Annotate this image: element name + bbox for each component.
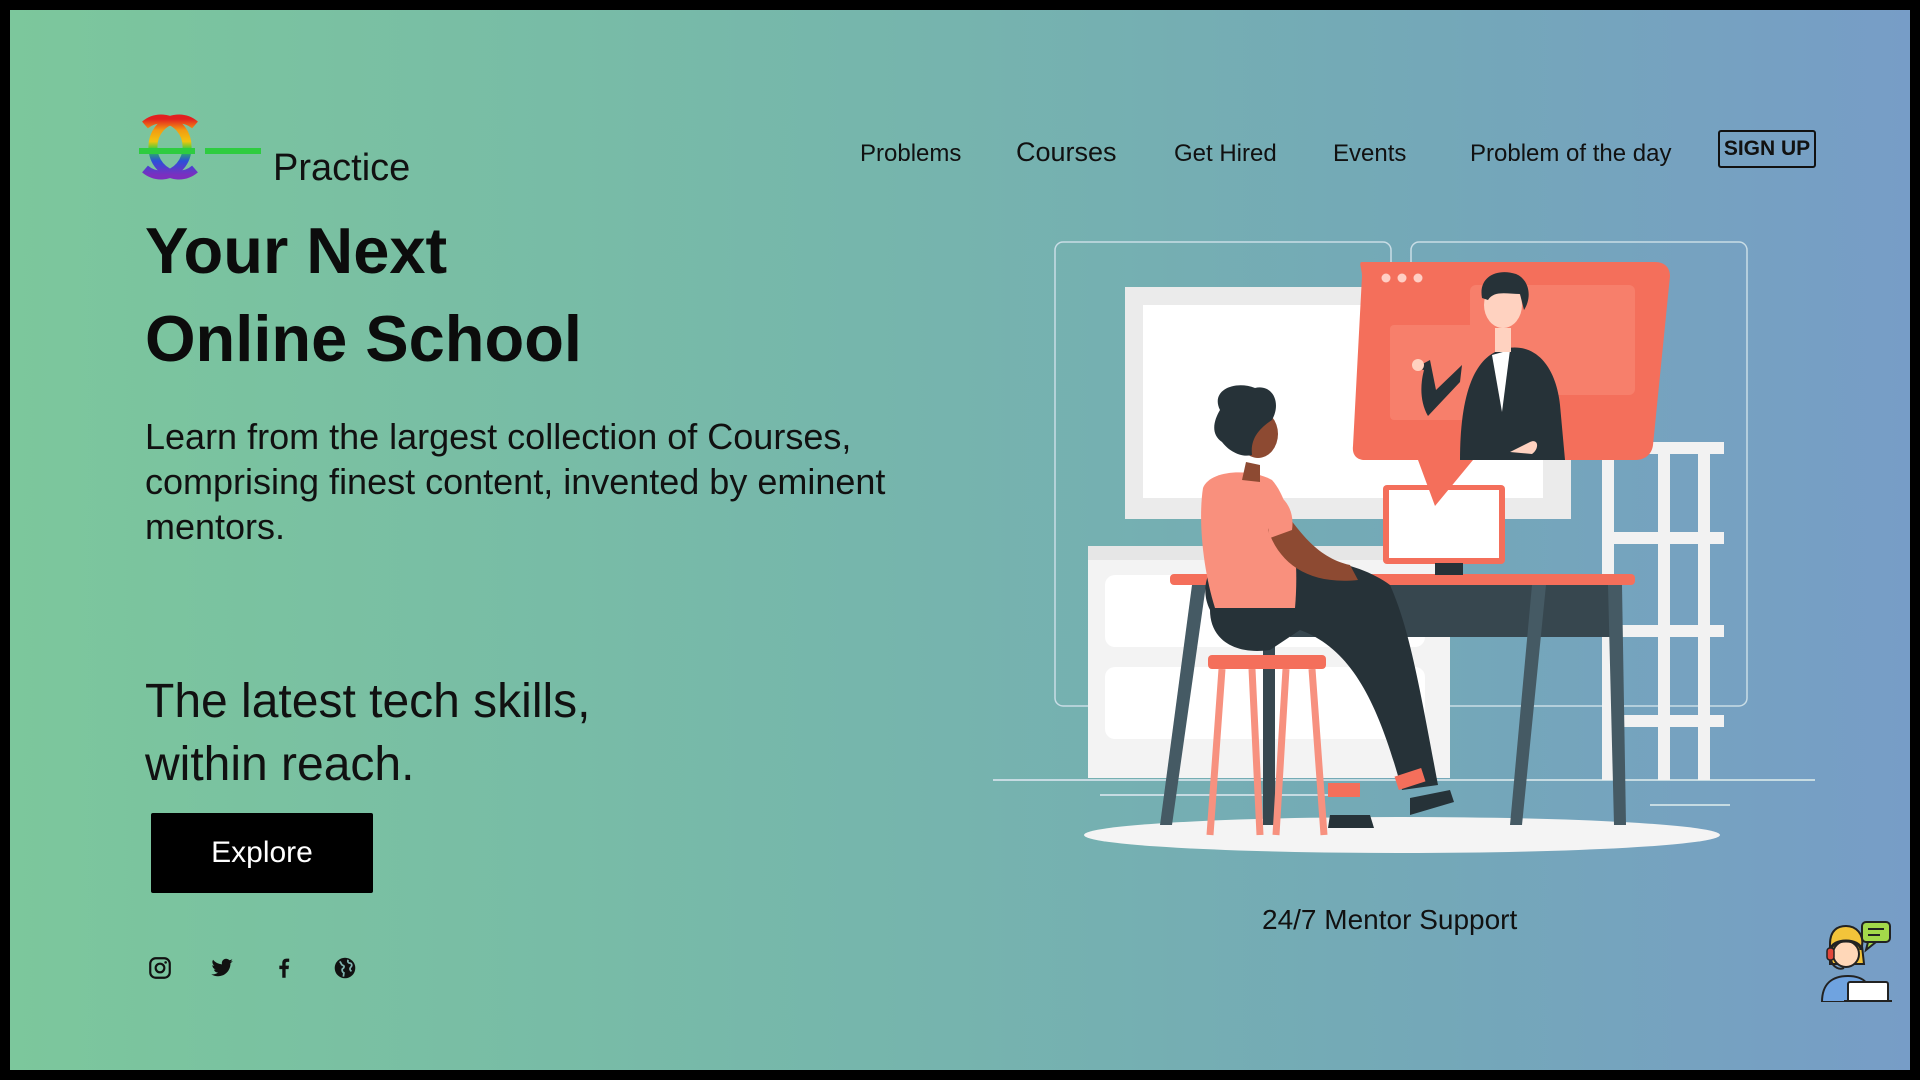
hero-subtitle-line3: mentors. (145, 506, 286, 547)
twitter-icon[interactable] (209, 955, 235, 981)
gfg-logo-icon[interactable] (135, 113, 265, 193)
explore-button[interactable]: Explore (151, 813, 373, 893)
nav-events[interactable]: Events (1333, 140, 1406, 168)
hero-tagline: The latest tech skills, within reach. (145, 670, 591, 796)
hero-title: Your Next Online School (145, 207, 582, 383)
signup-button[interactable]: SIGN UP (1718, 130, 1816, 168)
hero-subtitle-line2: comprising finest content, invented by e… (145, 461, 886, 502)
hero-subtitle-line1: Learn from the largest collection of Cou… (145, 416, 852, 457)
hero-title-line1: Your Next (145, 214, 448, 287)
nav-problem-of-the-day[interactable]: Problem of the day (1470, 140, 1671, 168)
hero-tagline-line2: within reach. (145, 738, 415, 791)
instagram-icon[interactable] (147, 955, 173, 981)
globe-icon[interactable] (332, 955, 358, 981)
mentor-support-label: 24/7 Mentor Support (1262, 904, 1518, 935)
nav-courses[interactable]: Courses (1016, 137, 1117, 168)
hero-tagline-line1: The latest tech skills, (145, 675, 591, 728)
hero-subtitle: Learn from the largest collection of Cou… (145, 414, 965, 549)
nav-get-hired[interactable]: Get Hired (1174, 140, 1277, 168)
support-agent-icon[interactable] (1818, 920, 1894, 1002)
facebook-icon[interactable] (271, 955, 297, 981)
online-class-illustration (993, 241, 1815, 853)
nav-problems[interactable]: Problems (860, 140, 961, 168)
page-canvas: Practice Problems Courses Get Hired Even… (10, 10, 1910, 1070)
brand-name[interactable]: Practice (273, 147, 410, 190)
hero-title-line2: Online School (145, 302, 582, 375)
